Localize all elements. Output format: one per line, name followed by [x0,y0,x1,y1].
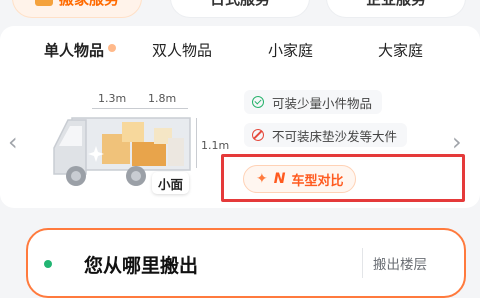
segment-single[interactable]: 单人物品 [44,40,104,61]
segment-big-family[interactable]: 大家庭 [378,40,423,61]
move-from-title[interactable]: 您从哪里搬出 [84,251,198,278]
segment-small-family[interactable]: 小家庭 [268,40,313,61]
dimension-height: 1.1m [201,139,230,152]
chevron-left-icon[interactable]: ‹ [8,128,18,156]
feature-text: 可装少量小件物品 [272,95,373,111]
compare-vehicles-button[interactable]: ✦ N 车型对比 [243,165,357,193]
forbidden-icon [252,129,264,141]
service-tab-label: 日式服务 [210,0,270,9]
feature-item-no: 不可装床垫沙发等大件 [244,123,408,147]
service-tab-label: 企业服务 [366,0,426,9]
feature-text: 不可装床垫沙发等大件 [272,128,398,144]
box-icon [34,0,53,6]
dimension-back-length: 1.8m [148,92,177,105]
check-circle-icon [252,96,264,108]
service-tab-japanese[interactable]: 日式服务 [170,0,310,18]
vehicle-name: 小面 [152,172,190,194]
service-tab-label: 搬家服务 [59,0,119,9]
compare-button-label: 车型对比 [291,173,344,189]
service-tab-enterprise[interactable]: 企业服务 [326,0,466,18]
origin-dot-icon [44,260,52,268]
ai-icon: N [273,171,286,187]
dimension-front-length: 1.3m [98,92,127,105]
service-tab-moving[interactable]: 搬家服务 [12,0,142,18]
feature-item-ok: 可装少量小件物品 [244,90,383,114]
chevron-right-icon[interactable]: › [452,128,462,156]
floor-selector[interactable]: 搬出楼层 [362,248,427,278]
segment-double[interactable]: 双人物品 [152,40,212,61]
sparkle-icon: ✦ [256,171,268,187]
active-segment-dot [108,44,116,52]
